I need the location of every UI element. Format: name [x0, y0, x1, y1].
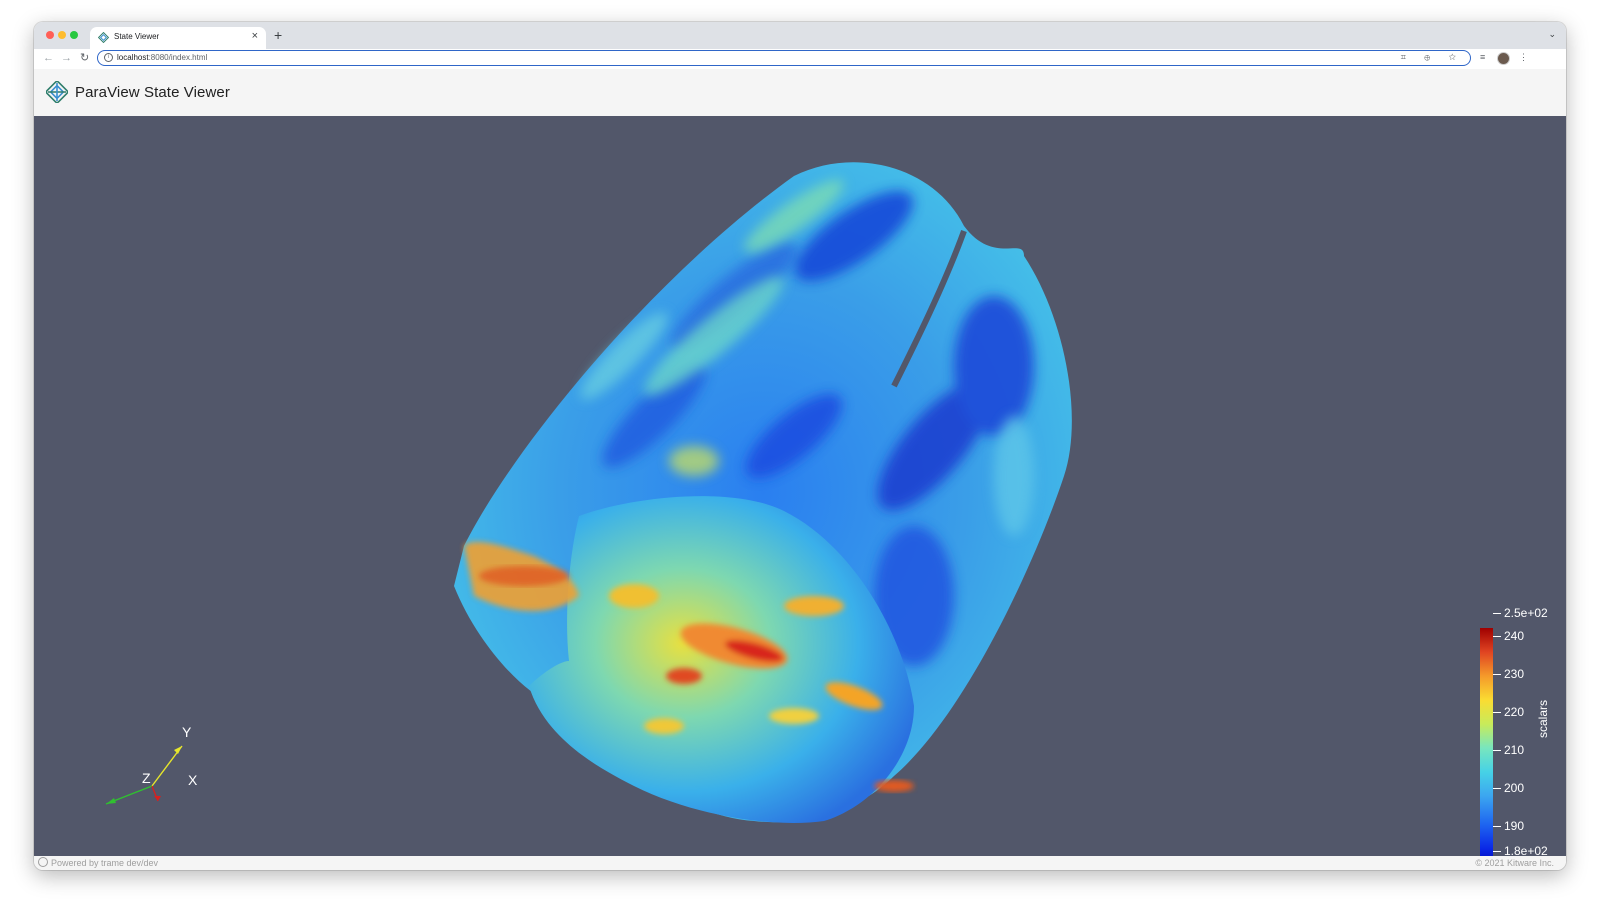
paraview-favicon-icon — [98, 32, 109, 43]
orientation-axes: Y Z X — [94, 724, 197, 806]
browser-menu-icon[interactable]: ⋮ — [1519, 52, 1528, 63]
tab-search-chevron-icon[interactable]: ⌄ — [1548, 29, 1556, 40]
minimize-window-button[interactable] — [58, 31, 66, 39]
reload-icon[interactable]: ↻ — [80, 51, 89, 65]
colorbar-tick — [1493, 750, 1501, 751]
axes-widget — [105, 745, 183, 805]
axis-z-label: Z — [142, 770, 151, 786]
address-url[interactable]: localhost:8080/index.html — [117, 52, 207, 63]
site-info-icon[interactable]: i — [104, 53, 113, 62]
reading-list-icon[interactable]: ≡ — [1480, 52, 1485, 62]
volume-rendering[interactable] — [34, 116, 1566, 856]
colorbar-gradient — [1480, 628, 1493, 856]
axis-x-label: X — [188, 772, 198, 788]
colorbar-tick — [1493, 826, 1501, 827]
address-bar-action-icons[interactable]: ⌗ ⊕ ☆ — [1401, 51, 1464, 63]
colorbar-tick — [1493, 636, 1501, 637]
colorbar-tick — [1493, 613, 1501, 614]
browser-window: State Viewer × + ⌄ ← → ↻ i localhost:808… — [34, 22, 1566, 870]
address-bar[interactable]: i localhost:8080/index.html ⌗ ⊕ ☆ — [97, 50, 1471, 66]
profile-avatar[interactable] — [1497, 52, 1510, 65]
colorbar-label: 1.8e+02 — [1504, 844, 1548, 856]
url-host: localhost — [117, 53, 149, 62]
app-header: ParaView State Viewer — [34, 69, 1566, 117]
tab-title: State Viewer — [114, 32, 160, 41]
colorbar-tick — [1493, 674, 1501, 675]
app-footer: Powered by trame dev/dev © 2021 Kitware … — [34, 856, 1566, 870]
axis-y-label: Y — [182, 724, 192, 740]
colorbar-label: 240 — [1504, 629, 1525, 643]
close-window-button[interactable] — [46, 31, 54, 39]
colorbar-tick — [1493, 851, 1501, 852]
maximize-window-button[interactable] — [70, 31, 78, 39]
colorbar-label: 190 — [1504, 819, 1525, 833]
new-tab-button[interactable]: + — [274, 27, 282, 43]
colorbar-label: 230 — [1504, 667, 1525, 681]
colorbar-title: scalars — [1536, 699, 1550, 738]
footer-powered-by: Powered by trame dev/dev — [38, 857, 158, 869]
colorbar-tick — [1493, 712, 1501, 713]
status-spinner-icon — [38, 857, 48, 867]
forward-arrow-icon[interactable]: → — [61, 51, 72, 65]
tab-close-icon[interactable]: × — [252, 30, 258, 42]
tab-strip: State Viewer × + ⌄ — [34, 22, 1566, 49]
browser-tab[interactable]: State Viewer × — [90, 27, 266, 49]
render-viewport[interactable]: 2.5e+02 240 230 220 210 200 190 1.8e+02 … — [34, 116, 1566, 856]
colorbar-label: 220 — [1504, 705, 1525, 719]
app-title: ParaView State Viewer — [75, 84, 230, 101]
colorbar-tick — [1493, 788, 1501, 789]
back-arrow-icon[interactable]: ← — [43, 51, 54, 65]
footer-left-text: Powered by trame dev/dev — [51, 858, 159, 868]
browser-toolbar: ← → ↻ i localhost:8080/index.html ⌗ ⊕ ☆ … — [34, 49, 1566, 69]
paraview-logo-icon — [46, 81, 68, 103]
colorbar-label: 210 — [1504, 743, 1525, 757]
url-path: :8080/index.html — [148, 53, 208, 62]
colorbar-label: 2.5e+02 — [1504, 606, 1548, 620]
footer-copyright: © 2021 Kitware Inc. — [1475, 858, 1554, 868]
colorbar-label: 200 — [1504, 781, 1525, 795]
